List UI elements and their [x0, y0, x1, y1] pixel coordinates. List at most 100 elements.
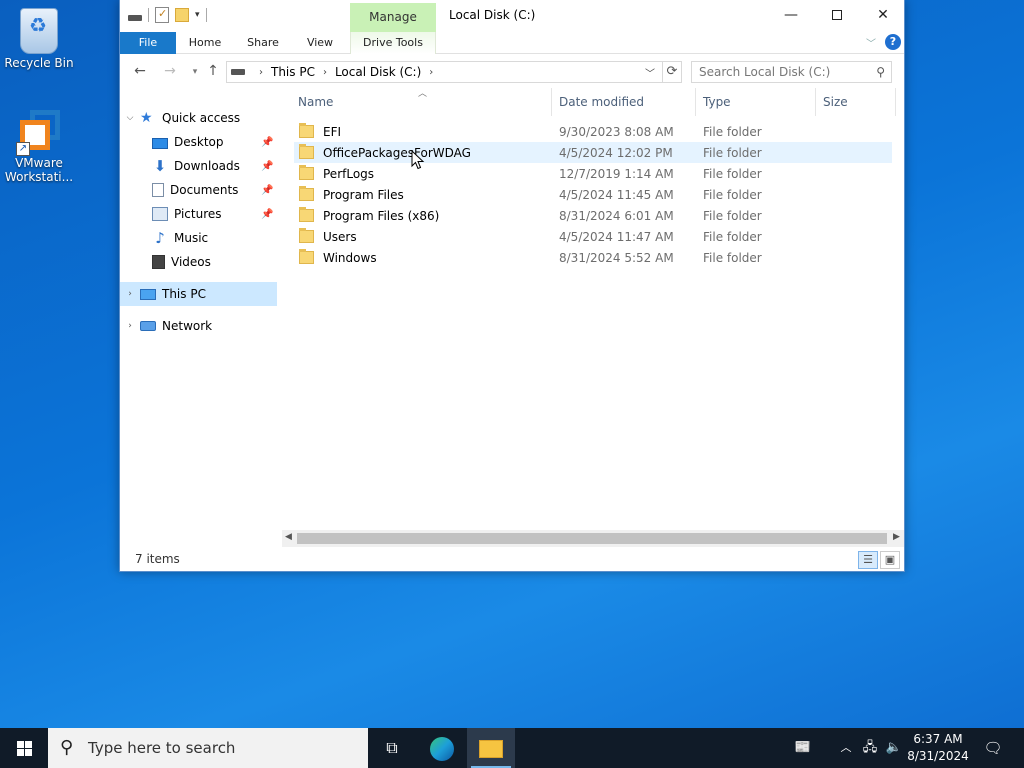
back-arrow-icon[interactable]: ←: [131, 63, 149, 79]
minimize-button[interactable]: —: [768, 0, 814, 30]
column-header-size[interactable]: Size: [823, 92, 848, 112]
notifications-icon[interactable]: 🗨: [978, 728, 1008, 768]
file-name: Program Files (x86): [323, 208, 440, 223]
nav-quick-access[interactable]: ⌵ ★ Quick access: [120, 106, 277, 130]
nav-item-label: Documents: [170, 183, 239, 197]
nav-item-this-pc[interactable]: › This PC: [120, 282, 277, 306]
item-count: 7 items: [135, 552, 180, 566]
table-row[interactable]: Program Files (x86) 8/31/2024 6:01 AM Fi…: [294, 205, 892, 226]
nav-item-documents[interactable]: Documents 📌: [120, 178, 277, 202]
file-date: 8/31/2024 6:01 AM: [559, 208, 674, 223]
file-type: File folder: [703, 187, 762, 202]
navigation-bar: ← → ▾ ↑ › This PC › Local Disk (C:) › ﹀ …: [120, 56, 904, 88]
shortcut-arrow-icon: ↗: [16, 142, 30, 156]
breadcrumb-chevron-icon[interactable]: ›: [429, 67, 433, 78]
scroll-right-icon[interactable]: ▶: [893, 532, 900, 542]
taskbar-search-input[interactable]: ⚲ Type here to search: [48, 728, 368, 768]
table-row[interactable]: Users 4/5/2024 11:47 AM File folder: [294, 226, 892, 247]
sort-ascending-icon: ︿: [418, 89, 428, 99]
network-status-icon[interactable]: 🖧: [860, 728, 880, 768]
nav-item-network[interactable]: › Network: [120, 314, 277, 338]
start-button[interactable]: [0, 728, 48, 768]
recycle-bin-label: Recycle Bin: [4, 56, 74, 70]
task-view-button[interactable]: ⧉: [368, 728, 416, 768]
pin-icon: 📌: [261, 136, 274, 148]
table-row[interactable]: PerfLogs 12/7/2019 1:14 AM File folder: [294, 163, 892, 184]
edge-browser-button[interactable]: [418, 728, 466, 768]
new-folder-icon[interactable]: [175, 8, 189, 22]
address-history-dropdown-icon[interactable]: ﹀: [645, 65, 655, 80]
pictures-icon: [152, 207, 168, 221]
column-divider[interactable]: [815, 88, 816, 116]
file-date: 9/30/2023 8:08 AM: [559, 124, 674, 139]
tab-drive-tools[interactable]: Drive Tools: [350, 32, 436, 54]
news-widget-icon[interactable]: 📰: [788, 728, 818, 768]
recycle-bin-icon[interactable]: Recycle Bin: [1, 8, 77, 70]
properties-icon[interactable]: [155, 7, 169, 23]
breadcrumb-this-pc[interactable]: This PC: [271, 65, 315, 79]
taskbar-search-placeholder: Type here to search: [88, 739, 236, 757]
column-header-name[interactable]: Name: [298, 92, 333, 112]
details-view-button[interactable]: ☰: [858, 551, 878, 569]
nav-item-downloads[interactable]: ⬇ Downloads 📌: [120, 154, 277, 178]
downloads-icon: ⬇: [153, 157, 167, 175]
file-type: File folder: [703, 208, 762, 223]
table-row[interactable]: Program Files 4/5/2024 11:45 AM File fol…: [294, 184, 892, 205]
videos-icon: [152, 255, 165, 269]
column-header-type[interactable]: Type: [703, 92, 731, 112]
address-bar[interactable]: › This PC › Local Disk (C:) › ﹀: [226, 61, 663, 83]
drive-icon: [231, 69, 245, 75]
scrollbar-thumb[interactable]: [297, 533, 887, 544]
breadcrumb-local-disk[interactable]: Local Disk (C:): [335, 65, 421, 79]
nav-item-music[interactable]: ♪ Music: [120, 226, 277, 250]
vmware-workstation-icon[interactable]: ↗ VMware Workstati...: [1, 108, 77, 184]
tab-home[interactable]: Home: [182, 32, 228, 54]
file-date: 4/5/2024 11:47 AM: [559, 229, 674, 244]
nav-item-videos[interactable]: Videos: [120, 250, 277, 274]
computer-icon: [140, 288, 156, 300]
breadcrumb-chevron-icon[interactable]: ›: [259, 67, 263, 78]
expand-chevron-icon[interactable]: ›: [120, 321, 140, 331]
table-row[interactable]: EFI 9/30/2023 8:08 AM File folder: [294, 121, 892, 142]
breadcrumb-chevron-icon[interactable]: ›: [323, 67, 327, 78]
search-placeholder: Search Local Disk (C:): [699, 65, 831, 79]
customize-toolbar-dropdown-icon[interactable]: ▾: [195, 10, 200, 20]
column-header-date-modified[interactable]: Date modified: [559, 92, 644, 112]
column-divider[interactable]: [695, 88, 696, 116]
scroll-left-icon[interactable]: ◀: [285, 532, 292, 542]
expand-chevron-icon[interactable]: ›: [120, 289, 140, 299]
horizontal-scrollbar[interactable]: ◀ ▶: [282, 530, 904, 547]
volume-icon[interactable]: 🔈: [884, 728, 904, 768]
table-row[interactable]: Windows 8/31/2024 5:52 AM File folder: [294, 247, 892, 268]
refresh-button[interactable]: ⟳: [662, 61, 682, 83]
folder-icon: [299, 228, 314, 243]
collapse-chevron-icon[interactable]: ⌵: [120, 113, 140, 123]
tab-file[interactable]: File: [120, 32, 176, 54]
up-arrow-icon[interactable]: ↑: [204, 63, 222, 79]
expand-ribbon-icon[interactable]: ﹀: [866, 35, 876, 50]
search-input[interactable]: Search Local Disk (C:) ⚲: [691, 61, 892, 83]
close-button[interactable]: ✕: [860, 0, 906, 30]
nav-item-label: Desktop: [174, 135, 224, 149]
file-explorer-taskbar-button[interactable]: [467, 728, 515, 768]
nav-item-pictures[interactable]: Pictures 📌: [120, 202, 277, 226]
star-icon: ★: [140, 110, 153, 126]
help-icon[interactable]: ?: [885, 34, 901, 50]
folder-icon: [299, 123, 314, 138]
system-clock[interactable]: 6:37 AM 8/31/2024: [906, 731, 970, 765]
large-icons-view-button[interactable]: ▣: [880, 551, 900, 569]
forward-arrow-icon[interactable]: →: [161, 63, 179, 79]
maximize-button[interactable]: [814, 0, 860, 30]
column-divider[interactable]: [551, 88, 552, 116]
vmware-logo-icon: ↗: [16, 108, 62, 156]
table-row[interactable]: OfficePackagesForWDAG 4/5/2024 12:02 PM …: [294, 142, 892, 163]
tab-share[interactable]: Share: [240, 32, 286, 54]
recycle-bin-graphic: [20, 8, 58, 54]
tab-view[interactable]: View: [298, 32, 342, 54]
pin-icon: 📌: [261, 160, 274, 172]
column-divider[interactable]: [895, 88, 896, 116]
nav-item-desktop[interactable]: Desktop 📌: [120, 130, 277, 154]
show-hidden-icons-chevron-icon[interactable]: ︿: [838, 728, 854, 768]
manage-contextual-tab[interactable]: Manage: [350, 3, 436, 32]
recent-locations-chevron-icon[interactable]: ▾: [186, 67, 204, 77]
